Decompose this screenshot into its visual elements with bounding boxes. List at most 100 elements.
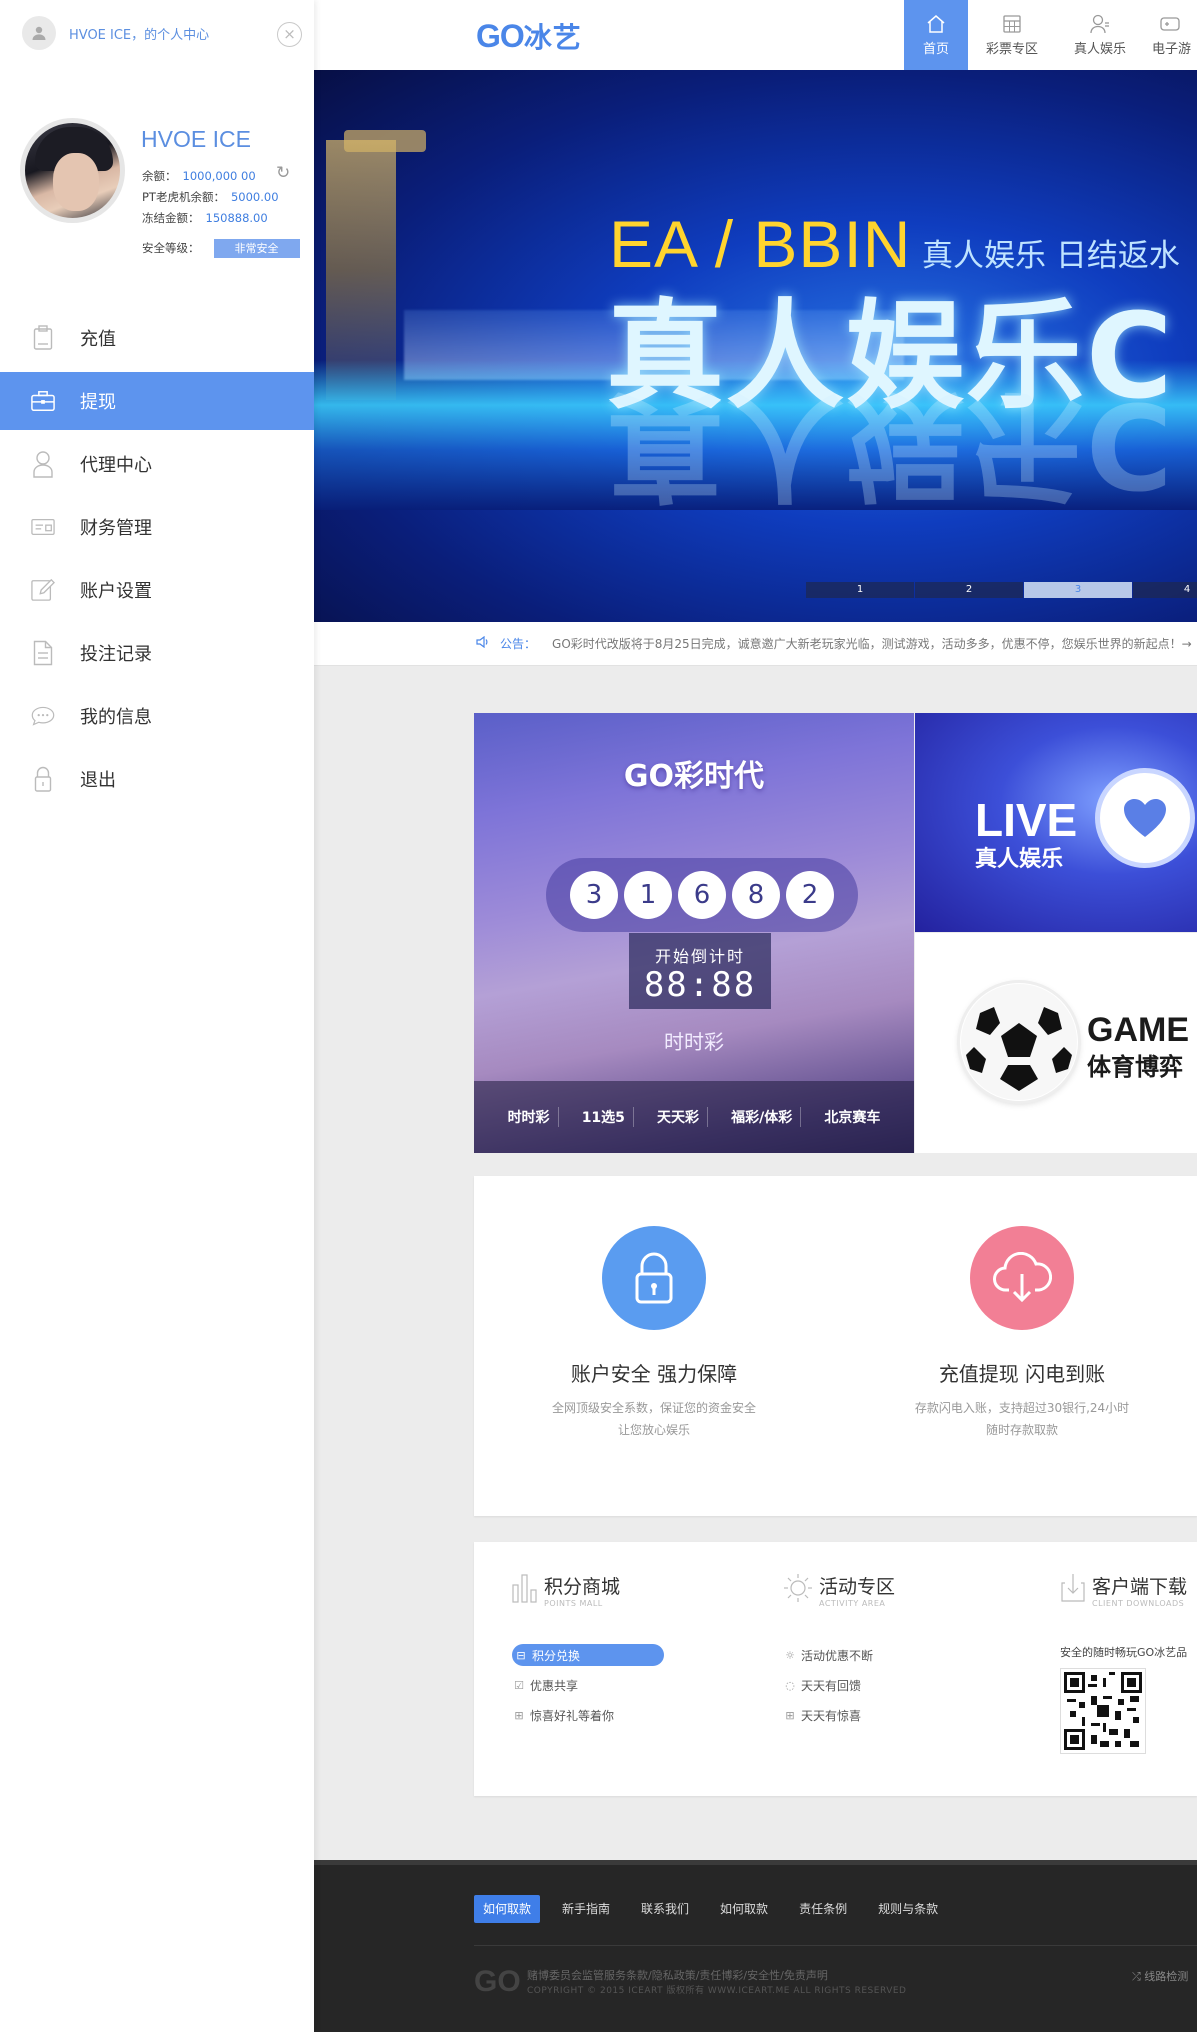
link-activity-offers[interactable]: ☼ 活动优惠不断 — [783, 1644, 895, 1666]
activity-column: 活动专区 ACTIVITY AREA ☼ 活动优惠不断 ◌ 天天有回馈 ⊞ 天天有惊喜 — [783, 1572, 895, 1734]
footer-link-withdraw-help[interactable]: 如何取款 — [474, 1895, 541, 1923]
live-tile[interactable]: LIVE 真人娱乐 — [915, 713, 1197, 932]
lottery-tile[interactable]: GO彩时代 3 1 6 8 2 开始倒计时 88:88 时时彩 时时彩 11选5… — [474, 713, 914, 1153]
route-check-button[interactable]: ⤮ 线路检测 — [1132, 1968, 1188, 1984]
sports-title: GAME — [1087, 1011, 1189, 1049]
nav-electronic-games[interactable]: 电子游 — [1144, 0, 1197, 70]
lock-icon — [602, 1226, 706, 1330]
banner-page-3[interactable]: 3 — [1024, 582, 1132, 598]
feature-desc-line: 存款闪电入账，支持超过30银行,24小时 — [914, 1401, 1130, 1415]
balance-value: 1000,000 00 — [182, 169, 256, 183]
link-daily-rewards[interactable]: ◌ 天天有回馈 — [783, 1674, 895, 1696]
lottery-logo: GO彩时代 — [623, 759, 765, 794]
lottery-balls: 3 1 6 8 2 — [546, 858, 858, 932]
lottery-ball: 1 — [624, 871, 672, 919]
sidebar-header: HVOE ICE，的个人中心 × — [0, 0, 314, 66]
sports-tile[interactable]: GAME 体育博弈 — [915, 933, 1197, 1153]
gift-icon: ⊟ — [516, 1648, 526, 1662]
refresh-icon[interactable]: ↻ — [276, 164, 294, 182]
menu-item-finance[interactable]: 财务管理 — [0, 498, 314, 556]
subgame-11x5[interactable]: 11选5 — [574, 1107, 634, 1127]
feature-title: 账户安全 强力保障 — [570, 1362, 738, 1386]
cloud-download-icon — [970, 1226, 1074, 1330]
frozen-row: 冻结金额： 150888.00 — [142, 210, 268, 226]
close-icon[interactable]: × — [277, 22, 302, 47]
footer-policy-text: 赌博委员会监管服务条款/隐私政策/责任博彩/安全性/免责声明 — [527, 1969, 828, 1982]
banner-page-4[interactable]: 4 — [1133, 582, 1197, 598]
menu-item-bet-records[interactable]: 投注记录 — [0, 624, 314, 682]
menu-item-agent[interactable]: 代理中心 — [0, 435, 314, 493]
sun-icon — [783, 1573, 813, 1607]
sidebar-menu: 充值 提现 代理中心 财务管理 账户设置 投注记录 我的信息 退出 — [0, 309, 314, 813]
countdown-value: 88:88 — [643, 965, 757, 1005]
menu-item-withdraw[interactable]: 提现 — [0, 372, 314, 430]
message-icon — [31, 702, 55, 730]
banner-page-2[interactable]: 2 — [915, 582, 1023, 598]
menu-label: 代理中心 — [80, 455, 152, 476]
chat-icon: ◌ — [785, 1678, 795, 1692]
sports-subtitle: 体育博弈 — [1087, 1053, 1183, 1081]
personal-center-breadcrumb: HVOE ICE，的个人中心 — [69, 27, 210, 43]
footer-link-responsibility[interactable]: 责任条例 — [790, 1895, 856, 1923]
points-mall-title: 积分商城 — [544, 1576, 621, 1598]
home-icon — [926, 13, 946, 35]
menu-label: 提现 — [80, 392, 116, 413]
site-footer: 如何取款 新手指南 联系我们 如何取款 责任条例 规则与条款 GO 赌博委员会监… — [314, 1860, 1197, 2032]
avatar — [20, 118, 125, 223]
nav-live[interactable]: 真人娱乐 — [1056, 0, 1144, 70]
points-mall-header[interactable]: 积分商城 POINTS MALL — [512, 1572, 664, 1608]
client-download-title: 客户端下载 — [1092, 1576, 1188, 1598]
nav-home[interactable]: 首页 — [904, 0, 968, 70]
subgame-ttc[interactable]: 天天彩 — [649, 1107, 709, 1127]
footer-link-contact-us[interactable]: 联系我们 — [632, 1895, 698, 1923]
frozen-label: 冻结金额： — [142, 211, 200, 225]
footer-link-beginner-guide[interactable]: 新手指南 — [553, 1895, 619, 1923]
top-header: GO冰艺 首页 彩票专区 真人娱乐 电子游 — [314, 0, 1197, 70]
menu-item-recharge[interactable]: 充值 — [0, 309, 314, 367]
live-subtitle: 真人娱乐 — [975, 847, 1064, 872]
subgame-fucai[interactable]: 福彩/体彩 — [723, 1107, 802, 1127]
lottery-ball: 2 — [786, 871, 834, 919]
live-title: LIVE — [975, 794, 1078, 846]
link-label: 优惠共享 — [530, 1678, 579, 1693]
frozen-value: 150888.00 — [205, 211, 268, 225]
announcement-text[interactable]: GO彩时代改版将于8月25日完成，诚意邀广大新老玩家光临，测试游戏，活动多多，优… — [552, 635, 1192, 652]
nav-lottery[interactable]: 彩票专区 — [968, 0, 1056, 70]
footer-divider — [474, 1945, 1197, 1946]
hero-banner[interactable]: EA / BBIN 真人娱乐 日结返水 真人娱乐C 真人娱乐C 1 2 3 4 — [314, 70, 1197, 622]
points-mall-column: 积分商城 POINTS MALL ⊟ 积分兑换 ☑ 优惠共享 ⊞ 惊喜好礼等着你 — [512, 1572, 664, 1734]
link-discount-share[interactable]: ☑ 优惠共享 — [512, 1674, 664, 1696]
site-logo[interactable]: GO冰艺 — [476, 16, 582, 56]
activity-header[interactable]: 活动专区 ACTIVITY AREA — [783, 1572, 895, 1608]
menu-item-logout[interactable]: 退出 — [0, 750, 314, 808]
sidebar: HVOE ICE，的个人中心 × HVOE ICE 余额： 1000,000 00… — [0, 0, 314, 2032]
menu-item-account-settings[interactable]: 账户设置 — [0, 561, 314, 619]
link-label: 天天有惊喜 — [801, 1708, 862, 1723]
announcement-label: 公告： — [500, 637, 537, 651]
link-daily-surprises[interactable]: ⊞ 天天有惊喜 — [783, 1704, 895, 1726]
extra-links: 积分商城 POINTS MALL ⊟ 积分兑换 ☑ 优惠共享 ⊞ 惊喜好礼等着你 活动专… — [474, 1542, 1197, 1796]
footer-link-withdraw-help-2[interactable]: 如何取款 — [711, 1895, 777, 1923]
menu-item-my-messages[interactable]: 我的信息 — [0, 687, 314, 745]
subgame-pk10[interactable]: 北京赛车 — [816, 1107, 888, 1127]
footer-copyright: COPYRIGHT © 2015 ICEART 版权所有 WWW.ICEART.… — [527, 1986, 907, 1996]
feature-payments: 充值提现 闪电到账 存款闪电入账，支持超过30银行,24小时 随时存款取款 — [882, 1226, 1162, 1441]
countdown-box: 开始倒计时 88:88 — [629, 933, 771, 1009]
qr-code[interactable] — [1060, 1668, 1146, 1754]
feature-desc: 全网顶级安全系数，保证您的资金安全 让您放心娱乐 — [514, 1397, 794, 1441]
agent-icon — [31, 450, 55, 478]
footer-link-terms[interactable]: 规则与条款 — [869, 1895, 947, 1923]
pt-balance-row: PT老虎机余额： 5000.00 — [142, 189, 279, 205]
client-download-header[interactable]: 客户端下载 CLIENT DOWNLOADS — [1060, 1572, 1187, 1608]
link-points-exchange[interactable]: ⊟ 积分兑换 — [512, 1644, 664, 1666]
menu-label: 账户设置 — [80, 581, 152, 602]
banner-page-1[interactable]: 1 — [806, 582, 914, 598]
subgame-ssc[interactable]: 时时彩 — [500, 1107, 559, 1127]
main-content: GO冰艺 首页 彩票专区 真人娱乐 电子游 EA / BBIN 真人娱乐 日结返… — [314, 0, 1197, 2032]
link-surprise-gifts[interactable]: ⊞ 惊喜好礼等着你 — [512, 1704, 664, 1726]
game-tiles: GO彩时代 3 1 6 8 2 开始倒计时 88:88 时时彩 时时彩 11选5… — [474, 713, 1197, 1153]
activity-subtitle: ACTIVITY AREA — [819, 1599, 886, 1608]
menu-label: 财务管理 — [80, 518, 152, 539]
security-badge: 非常安全 — [213, 239, 300, 258]
logo-cn: 冰艺 — [523, 22, 582, 53]
